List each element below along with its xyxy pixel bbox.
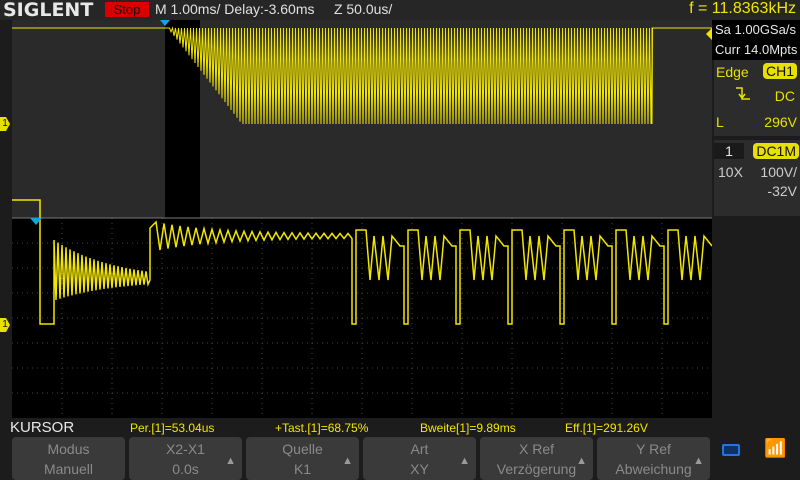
sample-rate: Sa 1.00GSa/s [715, 22, 796, 37]
frequency-counter: f = 11.8363kHz [689, 0, 796, 17]
softkey-label: Modus [47, 441, 90, 457]
channel1-panel[interactable]: 1 DC1M 10X 100V/ -32V [714, 140, 800, 216]
cursor-title: KURSOR [10, 419, 75, 436]
probe-attenuation: 10X [718, 164, 743, 180]
siglent-logo: SIGLENT [3, 0, 94, 21]
ch1-marker-overview[interactable]: 1 [0, 117, 10, 131]
vertical-scale: 100V/ [760, 164, 797, 180]
softkey-mode[interactable]: Modus Manuell [12, 437, 125, 480]
trigger-type: Edge [716, 64, 749, 80]
wifi-icon: 📶 [764, 438, 787, 458]
arrow-up-icon: ▲ [342, 455, 353, 467]
arrow-up-icon: ▲ [576, 455, 587, 467]
channel-number: 1 [714, 143, 744, 159]
softkey-type[interactable]: Art XY ▲ [363, 437, 476, 480]
timebase-readout[interactable]: M 1.00ms/ Delay:-3.60ms Z 50.0us/ [155, 1, 392, 17]
ch1-marker-zoom[interactable]: 1 [0, 318, 10, 332]
measurement-period: Per.[1]=53.04us [130, 421, 215, 435]
right-info-panel: Sa 1.00GSa/s Curr 14.0Mpts Edge CH1 DC L… [712, 20, 800, 418]
arrow-up-icon: ▲ [225, 455, 236, 467]
measurement-rms: Eff.[1]=291.26V [565, 421, 648, 435]
waveform-display[interactable] [12, 20, 712, 418]
measurement-burst-width: Bweite[1]=9.89ms [420, 421, 516, 435]
softkey-y-ref[interactable]: Y Ref Abweichung ▲ [597, 437, 710, 480]
falling-edge-icon [734, 86, 752, 105]
usb-icon [722, 444, 740, 456]
softkey-value: Manuell [43, 461, 94, 477]
channel-coupling: DC1M [753, 143, 799, 159]
memory-depth: Curr 14.0Mpts [715, 42, 798, 57]
timebase-main: M 1.00ms/ Delay:-3.60ms [155, 1, 315, 17]
top-bar: SIGLENT Stop M 1.00ms/ Delay:-3.60ms Z 5… [0, 0, 800, 20]
vertical-offset: -32V [767, 183, 797, 199]
arrow-up-icon: ▲ [459, 455, 470, 467]
measurement-duty: +Tast.[1]=68.75% [275, 421, 369, 435]
softkey-bar: Modus Manuell X2-X1 0.0s ▲ Quelle K1 ▲ Art XY ▲… [0, 436, 800, 480]
trigger-level: 296V [764, 114, 797, 130]
arrow-up-icon: ▲ [693, 455, 704, 467]
trigger-coupling: DC [774, 88, 795, 104]
trigger-source: CH1 [762, 63, 797, 79]
softkey-source[interactable]: Quelle K1 ▲ [246, 437, 359, 480]
trigger-panel[interactable]: Edge CH1 DC L 296V [714, 60, 800, 136]
trigger-level-label: L [716, 114, 724, 130]
softkey-x2-x1[interactable]: X2-X1 0.0s ▲ [129, 437, 242, 480]
cursor-measurement-bar: KURSOR Per.[1]=53.04us +Tast.[1]=68.75% … [0, 419, 800, 436]
zoom-timebase: Z 50.0us/ [333, 1, 393, 17]
softkey-x-ref[interactable]: X Ref Verzögerung ▲ [480, 437, 593, 480]
run-stop-status[interactable]: Stop [105, 2, 149, 17]
